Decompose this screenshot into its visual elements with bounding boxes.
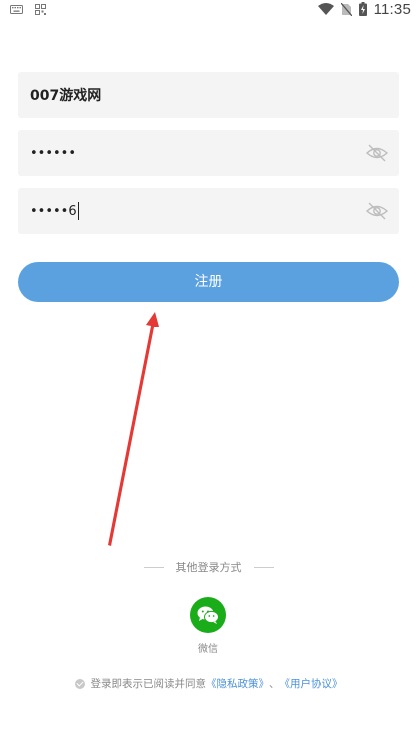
status-time: 11:35	[373, 0, 411, 18]
keyboard-icon	[10, 4, 23, 14]
status-left	[10, 3, 46, 15]
battery-charging-icon	[358, 2, 367, 16]
other-login-divider: 其他登录方式	[0, 559, 417, 575]
agreement-prefix: 登录即表示已阅读并同意	[90, 678, 207, 690]
password-field[interactable]: ••••••	[18, 130, 399, 176]
no-sim-icon	[340, 2, 352, 16]
wechat-login-button[interactable]	[190, 597, 226, 633]
status-bar: 11:35	[0, 0, 417, 18]
wechat-icon	[197, 606, 219, 624]
qr-code-icon	[35, 3, 46, 15]
agreement-separator: 、	[269, 678, 280, 690]
privacy-policy-link[interactable]: 《隐私政策》	[206, 676, 269, 691]
wechat-login: 微信	[190, 597, 226, 655]
other-login-label: 其他登录方式	[175, 561, 242, 574]
user-agreement-link[interactable]: 《用户协议》	[280, 676, 343, 691]
confirm-password-field[interactable]: ••••• 6	[18, 188, 399, 234]
agreement-checkbox[interactable]	[74, 678, 85, 689]
confirm-password-last-char: 6	[68, 203, 77, 219]
confirm-password-mask: •••••	[30, 203, 69, 219]
divider-line-right	[253, 566, 274, 568]
text-caret	[77, 202, 79, 220]
eye-closed-icon[interactable]	[365, 199, 389, 223]
wifi-icon	[317, 3, 334, 15]
wechat-label: 微信	[198, 644, 218, 655]
status-right: 11:35	[317, 0, 411, 18]
password-mask: ••••••	[30, 145, 77, 161]
register-button[interactable]: 注册	[18, 262, 399, 302]
agreement-line: 登录即表示已阅读并同意 《隐私政策》 、 《用户协议》	[0, 676, 417, 691]
eye-closed-icon[interactable]	[365, 141, 389, 165]
divider-line-left	[143, 566, 164, 568]
username-field[interactable]: 007游戏网	[18, 72, 399, 118]
username-value: 007游戏网	[30, 88, 102, 104]
